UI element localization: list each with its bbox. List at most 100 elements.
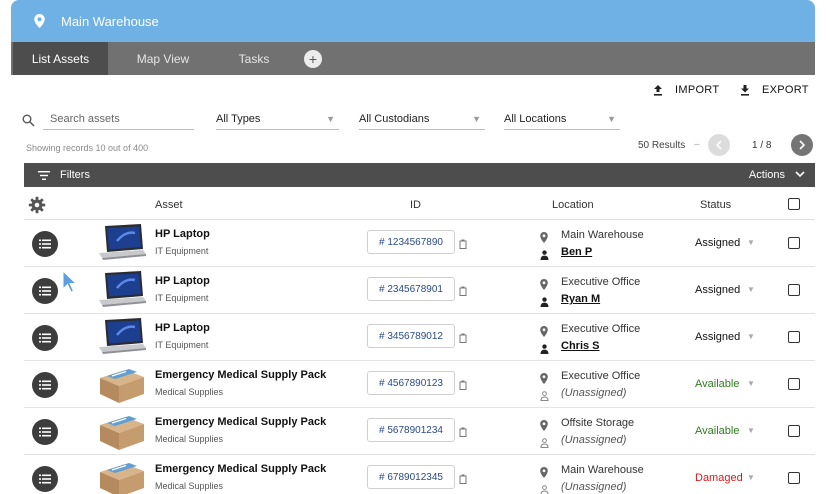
status-dropdown[interactable]: Available	[695, 378, 739, 390]
results-caret-icon: –	[694, 139, 700, 150]
import-button[interactable]: IMPORT	[653, 84, 719, 96]
tab-bar: List Assets Map View Tasks +	[11, 42, 815, 75]
column-header-location[interactable]: Location	[552, 199, 594, 211]
filter-bar[interactable]: Filters Actions	[24, 163, 815, 187]
add-tab-button[interactable]: +	[304, 49, 322, 68]
row-menu-button[interactable]	[32, 278, 58, 304]
laptop-thumbnail	[97, 317, 147, 357]
copy-icon[interactable]	[459, 424, 467, 442]
row-checkbox[interactable]	[788, 472, 800, 484]
search-input[interactable]	[43, 112, 194, 125]
column-header-id[interactable]: ID	[410, 199, 421, 211]
list-icon	[39, 427, 51, 437]
asset-name[interactable]: Emergency Medical Supply Pack	[155, 463, 326, 475]
asset-name[interactable]: HP Laptop	[155, 322, 210, 334]
asset-custodian[interactable]: Chris S	[561, 340, 600, 352]
location-title: Main Warehouse	[61, 13, 159, 29]
tab-tasks[interactable]: Tasks	[218, 42, 290, 75]
prev-page-button[interactable]	[708, 134, 730, 156]
caret-down-icon[interactable]: ▼	[747, 238, 755, 247]
asset-id[interactable]: # 1234567890	[367, 230, 455, 254]
custodian-select[interactable]: All Custodians ▼	[359, 108, 485, 130]
status-dropdown[interactable]: Assigned	[695, 331, 740, 343]
row-checkbox[interactable]	[788, 237, 800, 249]
asset-name[interactable]: Emergency Medical Supply Pack	[155, 416, 326, 428]
asset-type: IT Equipment	[155, 246, 209, 256]
list-icon	[39, 474, 51, 484]
row-checkbox[interactable]	[788, 284, 800, 296]
copy-icon[interactable]	[459, 283, 467, 301]
caret-down-icon[interactable]: ▼	[747, 473, 755, 482]
table-row[interactable]: HP Laptop IT Equipment # 1234567890 Main Wa…	[24, 220, 815, 267]
status-dropdown[interactable]: Damaged	[695, 472, 743, 484]
laptop-thumbnail	[97, 270, 147, 310]
row-checkbox[interactable]	[788, 331, 800, 343]
asset-custodian: (Unassigned)	[561, 481, 627, 493]
table-row[interactable]: Emergency Medical Supply Pack Medical Sup…	[24, 455, 815, 494]
type-select[interactable]: All Types ▼	[216, 108, 339, 130]
row-checkbox[interactable]	[788, 425, 800, 437]
list-icon	[39, 333, 51, 343]
table-row[interactable]: Emergency Medical Supply Pack Medical Sup…	[24, 408, 815, 455]
tab-list-assets[interactable]: List Assets	[13, 42, 108, 75]
export-button[interactable]: EXPORT	[740, 84, 809, 96]
upload-icon	[654, 84, 662, 96]
caret-down-icon: ▼	[472, 113, 481, 124]
row-menu-button[interactable]	[32, 372, 58, 398]
status-dropdown[interactable]: Assigned	[695, 237, 740, 249]
asset-name[interactable]: Emergency Medical Supply Pack	[155, 369, 326, 381]
table-row[interactable]: HP Laptop IT Equipment # 3456789012 Executi…	[24, 314, 815, 361]
filter-label: Filters	[60, 169, 90, 181]
asset-name[interactable]: HP Laptop	[155, 275, 210, 287]
asset-location: Main Warehouse	[561, 229, 644, 241]
asset-location: Executive Office	[561, 276, 641, 288]
asset-location: Main Warehouse	[561, 464, 644, 476]
copy-icon[interactable]	[459, 330, 467, 348]
copy-icon[interactable]	[459, 236, 467, 254]
select-all-checkbox[interactable]	[788, 198, 800, 210]
chevron-right-icon	[799, 140, 806, 150]
actions-menu[interactable]: Actions	[749, 169, 785, 181]
tab-map-view[interactable]: Map View	[108, 42, 218, 75]
table-row[interactable]: HP Laptop IT Equipment # 2345678901 Executi…	[24, 267, 815, 314]
copy-icon[interactable]	[459, 471, 467, 489]
row-menu-button[interactable]	[32, 466, 58, 492]
row-menu-button[interactable]	[32, 325, 58, 351]
asset-id[interactable]: # 6789012345	[367, 465, 455, 489]
asset-custodian[interactable]: Ben P	[561, 246, 592, 258]
export-label: EXPORT	[762, 84, 809, 96]
column-header-status[interactable]: Status	[700, 199, 731, 211]
caret-down-icon[interactable]: ▼	[747, 285, 755, 294]
caret-down-icon[interactable]: ▼	[747, 426, 755, 435]
location-header: Main Warehouse	[11, 0, 815, 42]
location-pin-icon	[540, 324, 548, 342]
row-menu-button[interactable]	[32, 419, 58, 445]
import-label: IMPORT	[675, 84, 720, 96]
person-icon	[540, 341, 549, 359]
asset-id[interactable]: # 5678901234	[367, 418, 455, 442]
box-thumbnail	[97, 458, 147, 494]
gear-icon[interactable]	[28, 196, 46, 217]
column-header-asset[interactable]: Asset	[155, 199, 183, 211]
location-select[interactable]: All Locations ▼	[504, 108, 620, 130]
status-dropdown[interactable]: Available	[695, 425, 739, 437]
status-dropdown[interactable]: Assigned	[695, 284, 740, 296]
copy-icon[interactable]	[459, 377, 467, 395]
asset-name[interactable]: HP Laptop	[155, 228, 210, 240]
box-thumbnail	[97, 364, 147, 404]
results-per-page[interactable]: 50 Results	[638, 140, 685, 151]
location-pin-icon	[540, 277, 548, 295]
table-row[interactable]: Emergency Medical Supply Pack Medical Sup…	[24, 361, 815, 408]
chevron-down-icon[interactable]	[795, 169, 805, 181]
caret-down-icon[interactable]: ▼	[747, 379, 755, 388]
asset-location: Offsite Storage	[561, 417, 635, 429]
asset-custodian[interactable]: Ryan M	[561, 293, 600, 305]
asset-id[interactable]: # 3456789012	[367, 324, 455, 348]
row-checkbox[interactable]	[788, 378, 800, 390]
asset-id[interactable]: # 4567890123	[367, 371, 455, 395]
download-icon	[741, 84, 749, 96]
row-menu-button[interactable]	[32, 231, 58, 257]
caret-down-icon[interactable]: ▼	[747, 332, 755, 341]
asset-id[interactable]: # 2345678901	[367, 277, 455, 301]
next-page-button[interactable]	[791, 134, 813, 156]
